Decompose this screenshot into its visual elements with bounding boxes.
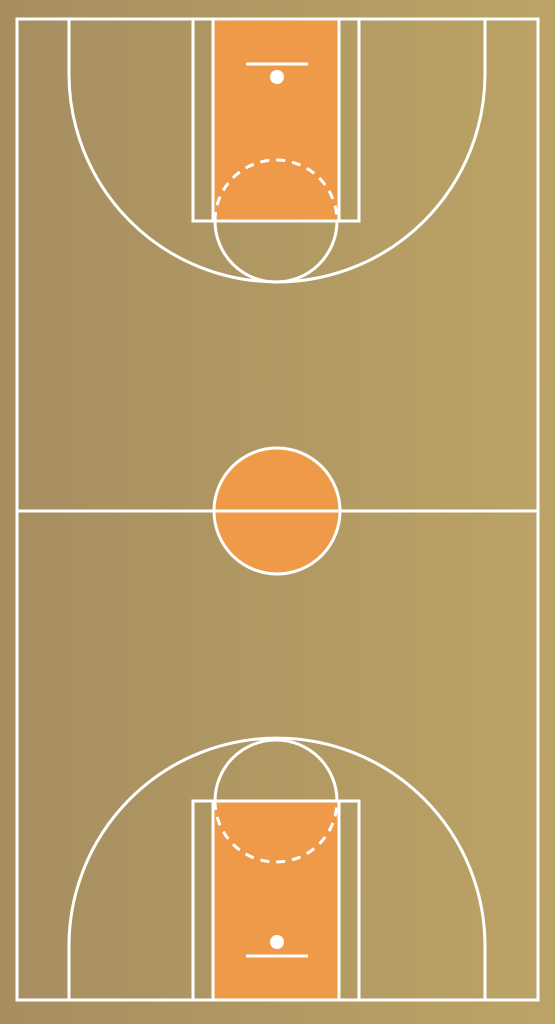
court-canvas (0, 0, 555, 1024)
bottom-paint-area (213, 801, 339, 1000)
basketball-court (0, 0, 555, 1024)
top-paint-area (213, 19, 339, 221)
